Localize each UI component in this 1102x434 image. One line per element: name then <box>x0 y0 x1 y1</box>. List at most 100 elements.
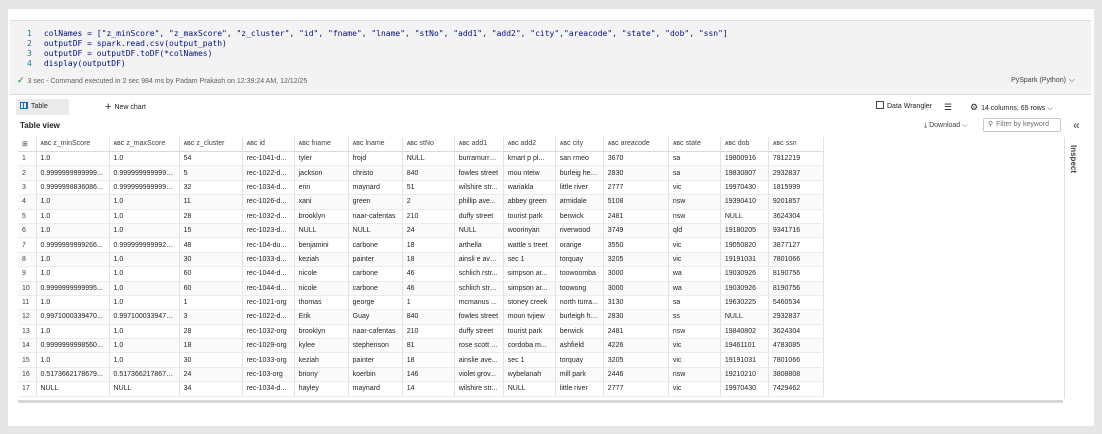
table-row[interactable]: 1 1.0 1.0 54 rec-1041-d... tyler frojd NULL burr… <box>18 151 825 167</box>
table-cell[interactable]: 1.0 <box>36 223 110 239</box>
table-cell[interactable]: 15 <box>179 223 243 239</box>
table-cell[interactable]: 2777 <box>603 381 669 397</box>
table-cell[interactable]: stoney creek <box>503 295 556 311</box>
table-cell[interactable]: brooklyn <box>294 324 349 340</box>
table-cell[interactable]: berwick <box>555 324 604 340</box>
new-chart-button[interactable]: + New chart <box>105 99 146 116</box>
table-cell[interactable]: rec-1026-d... <box>242 194 295 210</box>
table-cell[interactable]: frojd <box>348 151 403 167</box>
table-cell[interactable]: 19191031 <box>720 352 769 368</box>
table-cell[interactable]: 5460534 <box>768 295 825 311</box>
column-header[interactable]: ABC fname <box>294 137 349 152</box>
column-header[interactable]: ABC z_cluster <box>179 137 243 152</box>
table-cell[interactable]: kmart p pl... <box>503 151 556 167</box>
table-cell[interactable]: berwick <box>555 209 604 224</box>
table-row[interactable]: 5 1.0 1.0 28 rec-1032-d... brooklyn naar-cafen… <box>18 209 825 224</box>
table-cell[interactable]: rec-1021-org <box>242 295 295 311</box>
table-cell[interactable]: hayley <box>294 381 349 397</box>
table-cell[interactable]: torquay <box>555 352 604 368</box>
table-cell[interactable]: 46 <box>402 266 455 282</box>
table-cell[interactable]: rec-1044-d... <box>242 266 295 282</box>
table-cell[interactable]: little river <box>555 381 604 397</box>
column-header[interactable]: ABC z_maxScore <box>109 137 180 152</box>
table-cell[interactable]: 1.0 <box>36 352 110 368</box>
table-cell[interactable]: wattle s treet <box>503 237 556 253</box>
table-row[interactable]: 6 1.0 1.0 15 rec-1023-d... NULL NULL 24 NULL woor… <box>18 223 825 239</box>
table-cell[interactable]: 1.0 <box>109 338 180 354</box>
table-cell[interactable]: NULL <box>294 223 349 239</box>
table-cell[interactable]: rec-104-du... <box>242 237 295 253</box>
table-cell[interactable]: Erik <box>294 309 349 325</box>
table-cell[interactable]: moun tvjiew <box>503 309 556 325</box>
code-line[interactable]: 4 display(outputDF) <box>27 59 126 69</box>
code-line[interactable]: 2 outputDF = spark.read.csv(output_path) <box>27 39 227 49</box>
table-cell[interactable]: 1.0 <box>109 223 180 239</box>
table-cell[interactable]: brooklyn <box>294 209 349 224</box>
table-cell[interactable]: duffy street <box>454 209 504 224</box>
table-cell[interactable]: burleigh he... <box>555 309 604 325</box>
table-cell[interactable]: 3749 <box>603 223 669 239</box>
code-line[interactable]: 1 colNames = ["z_minScore", "z_maxScore"… <box>27 29 728 39</box>
table-cell[interactable]: riverwood <box>555 223 604 239</box>
column-header[interactable]: ABC add1 <box>454 137 504 152</box>
table-cell[interactable]: 3000 <box>603 266 669 282</box>
table-cell[interactable]: 146 <box>402 367 455 383</box>
table-cell[interactable]: 81 <box>402 338 455 354</box>
table-cell[interactable]: woorinyan <box>503 223 556 239</box>
table-cell[interactable]: 18 <box>402 252 455 268</box>
table-cell[interactable]: 2932837 <box>768 165 825 181</box>
table-cell[interactable]: 1.0 <box>109 281 180 296</box>
table-row[interactable]: 17 NULL NULL 34 rec-1034-d... hayley maynard 14… <box>18 381 825 397</box>
table-cell[interactable]: maynard <box>348 381 403 397</box>
table-cell[interactable]: 3205 <box>603 352 669 368</box>
table-cell[interactable]: 19630225 <box>720 295 769 311</box>
table-cell[interactable]: 2446 <box>603 367 669 383</box>
table-cell[interactable]: 3808808 <box>768 367 825 383</box>
table-cell[interactable]: vic <box>668 237 721 253</box>
table-cell[interactable]: fowles street <box>454 165 504 181</box>
columns-rows-settings[interactable]: ⚙ 14 columns, 65 rows ⌵ <box>970 99 1053 117</box>
table-row[interactable]: 15 1.0 1.0 30 rec-1033-org keziah painter 18 ain… <box>18 352 825 368</box>
table-cell[interactable]: 1.0 <box>36 209 110 224</box>
table-cell[interactable]: painter <box>348 352 403 368</box>
table-row[interactable]: 12 0.9971000339470... 0.9971000339470... 3 r… <box>18 309 825 325</box>
table-cell[interactable]: nsw <box>668 209 721 224</box>
code-cell[interactable]: 1 colNames = ["z_minScore", "z_maxScore"… <box>10 20 1091 95</box>
table-cell[interactable]: 18 <box>402 237 455 253</box>
table-cell[interactable]: nsw <box>668 324 721 340</box>
table-cell[interactable]: 1.0 <box>109 324 180 340</box>
table-cell[interactable]: 60 <box>179 266 243 282</box>
table-cell[interactable]: 1.0 <box>109 194 180 210</box>
table-cell[interactable]: 0.9999999999999... <box>36 165 110 181</box>
table-cell[interactable]: nsw <box>668 194 721 210</box>
table-cell[interactable]: 1.0 <box>36 194 110 210</box>
table-cell[interactable]: NULL <box>720 209 769 224</box>
code-line[interactable]: 3 outputDF = outputDF.toDF(*colNames) <box>27 49 212 59</box>
table-cell[interactable]: NULL <box>109 381 180 397</box>
table-cell[interactable]: mou nteiw <box>503 165 556 181</box>
table-row[interactable]: 2 0.9999999999999... 0.9999999999999... 5 re… <box>18 165 825 181</box>
column-header[interactable]: ABC lname <box>348 137 403 152</box>
column-header[interactable]: ABC state <box>668 137 721 152</box>
table-cell[interactable]: carbone <box>348 237 403 253</box>
table-cell[interactable]: 4783085 <box>768 338 825 354</box>
table-cell[interactable]: 2830 <box>603 165 669 181</box>
table-cell[interactable]: NULL <box>454 223 504 239</box>
table-cell[interactable]: NULL <box>36 381 110 397</box>
table-row[interactable]: 8 1.0 1.0 30 rec-1033-d... keziah painter 18 ain… <box>18 252 825 268</box>
table-cell[interactable]: 19800916 <box>720 151 769 167</box>
table-cell[interactable]: ainslie ave... <box>454 352 504 368</box>
scrollbar-thumb[interactable] <box>18 400 1063 403</box>
table-cell[interactable]: wariakla <box>503 180 556 196</box>
table-cell[interactable]: vic <box>668 338 721 354</box>
table-row[interactable]: 16 0.5173662178679... 0.5173662178679... 24… <box>18 367 825 383</box>
table-icon[interactable]: ⊞ <box>18 137 37 152</box>
table-cell[interactable]: vic <box>668 180 721 196</box>
table-cell[interactable]: 1.0 <box>36 324 110 340</box>
table-cell[interactable]: 30 <box>179 252 243 268</box>
table-cell[interactable]: wa <box>668 266 721 282</box>
table-cell[interactable]: 7801066 <box>768 252 825 268</box>
table-cell[interactable]: ss <box>668 309 721 325</box>
table-cell[interactable]: 3550 <box>603 237 669 253</box>
table-cell[interactable]: san rmeo <box>555 151 604 167</box>
